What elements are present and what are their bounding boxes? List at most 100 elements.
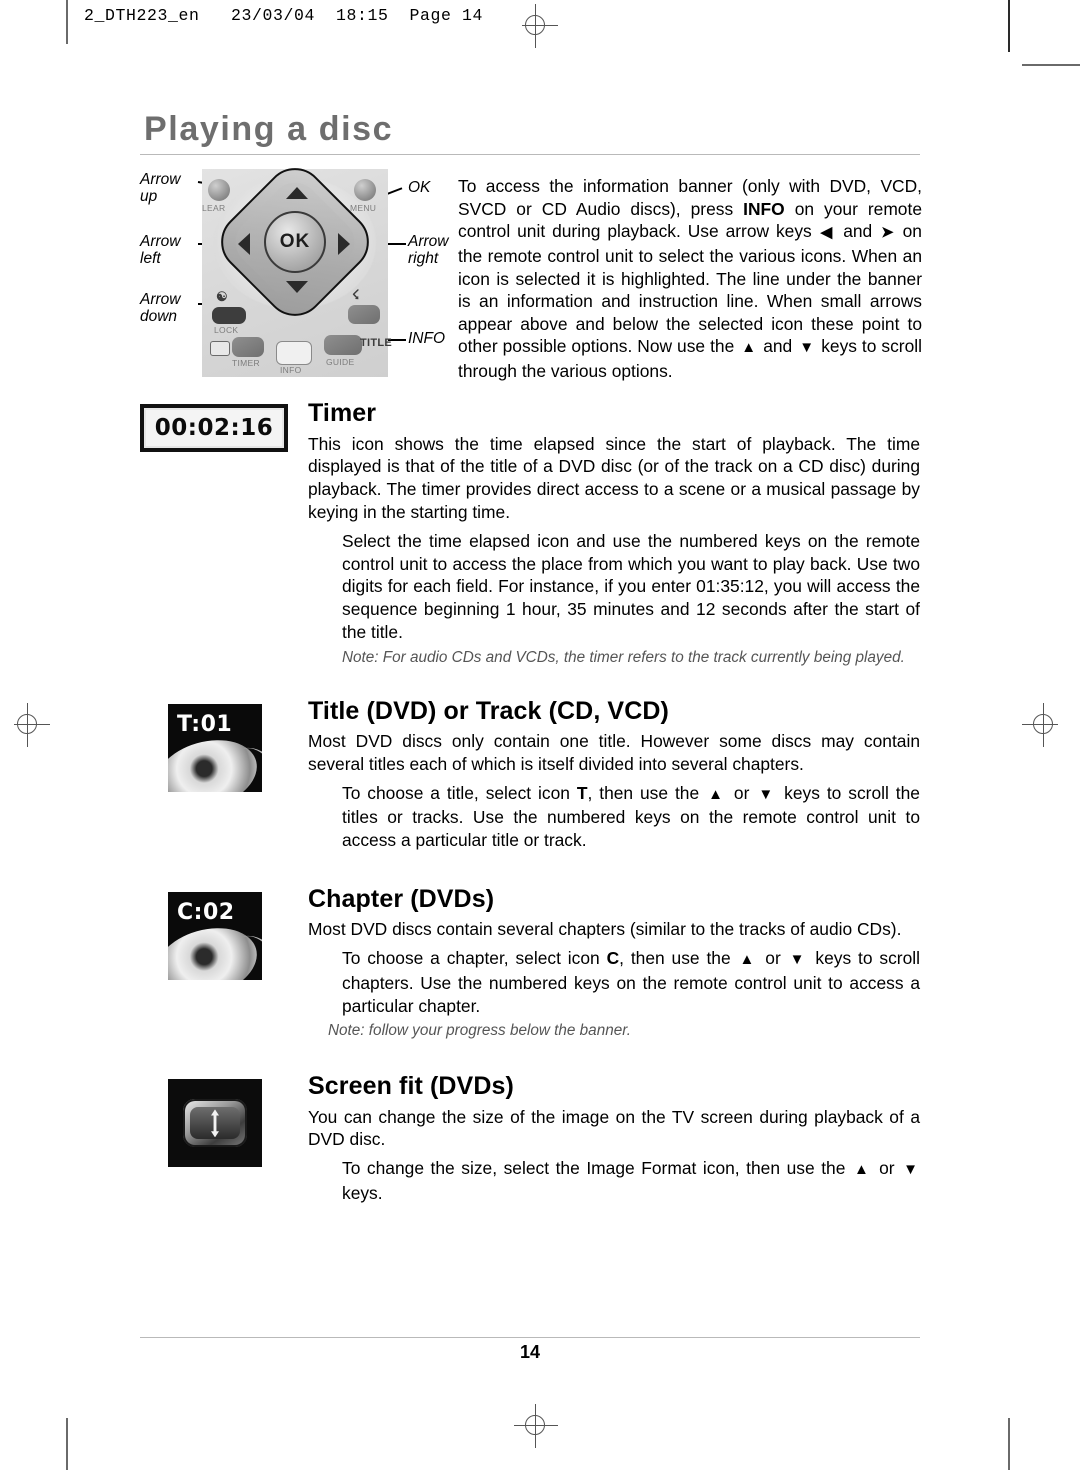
timer-button[interactable] [232, 337, 264, 358]
display-icon [210, 341, 230, 357]
title-indent-c: or [727, 782, 757, 803]
timer-heading: Timer [308, 399, 377, 428]
page-number: 14 [519, 1342, 541, 1362]
section-chapter: C:02 Chapter (DVDs) Most DVD discs conta… [140, 886, 920, 1041]
page-title: Playing a disc [144, 110, 394, 148]
right-arrow-icon: ➤ [881, 224, 894, 242]
section-title-track: T:01 Title (DVD) or Track (CD, VCD) Most… [140, 696, 920, 852]
screen-fit-icon-wrapper [168, 1079, 262, 1168]
crop-mark-bottom-right-vertical [1008, 1418, 1010, 1470]
title-body: Title (DVD) or Track (CD, VCD) Most DVD … [308, 696, 920, 852]
intro-part5: and [758, 336, 798, 357]
footer-divider-line [140, 1337, 920, 1339]
chapter-body: Chapter (DVDs) Most DVD discs contain se… [308, 886, 920, 1041]
callout-arrow-up: Arrow up [140, 171, 181, 206]
down-arrow-icon: ▼ [799, 339, 815, 357]
down-arrow-icon: ▼ [789, 951, 807, 968]
chapter-disc-icon: C:02 [168, 891, 262, 980]
subtitle-button[interactable] [348, 305, 380, 325]
crop-mark-top-right-horizontal [1022, 64, 1080, 67]
screen-fit-heading: Screen fit (DVDs) [308, 1072, 514, 1101]
info-button[interactable] [276, 341, 312, 366]
intro-info-bold: INFO [743, 198, 785, 219]
title-button-label: TITLE [360, 337, 393, 350]
chapter-icon-wrapper: C:02 [168, 891, 262, 980]
intro-paragraph: To access the information banner (only w… [458, 175, 922, 382]
info-button-label: INFO [280, 365, 302, 376]
timer-indent-paragraph: Select the time elapsed icon and use the… [342, 530, 920, 642]
slug-divider-line [66, 0, 68, 44]
screen-fit-indent-paragraph: To change the size, select the Image For… [342, 1157, 920, 1205]
screen-fit-icon [168, 1079, 262, 1168]
up-arrow-icon: ▲ [708, 785, 725, 803]
chapter-icon-letter: C [606, 948, 620, 968]
tv-screen-shape [183, 1099, 247, 1148]
title-heading: Title (DVD) or Track (CD, VCD) [308, 696, 669, 725]
chapter-paragraph: Most DVD discs contain several chapters … [308, 919, 902, 940]
chapter-icon-value: C:02 [177, 899, 235, 925]
callout-ok: OK [408, 179, 431, 197]
tv-screen-inner [190, 1107, 240, 1140]
page-content: Playing a disc Arrow up Arrow left Arrow… [140, 0, 922, 1470]
title-paragraph: Most DVD discs only contain one title. H… [308, 730, 920, 774]
subtitle-icon: ☇ [352, 287, 360, 303]
intro-part3: and [836, 221, 880, 242]
screen-fit-paragraph: You can change the size of the image on … [308, 1106, 920, 1150]
guide-button[interactable] [324, 335, 362, 356]
ok-button[interactable]: OK [264, 211, 326, 274]
timer-icon-value: 00:02:16 [154, 415, 274, 442]
lock-button[interactable] [212, 307, 246, 325]
crop-mark-top-right-vertical [1008, 0, 1010, 52]
vertical-double-arrow-icon [211, 1109, 219, 1138]
page-title-underline [140, 154, 920, 156]
chapter-indent-c: or [758, 948, 788, 968]
timer-paragraph: This icon shows the time elapsed since t… [308, 433, 920, 522]
menu-button-label: MENU [350, 203, 377, 214]
timer-banner-icon: 00:02:16 [140, 404, 288, 453]
timer-icon-wrapper: 00:02:16 [140, 404, 288, 453]
chapter-indent-a: To choose a chapter, select icon [342, 948, 607, 968]
chapter-heading: Chapter (DVDs) [308, 884, 495, 913]
guide-button-label: GUIDE [326, 357, 355, 368]
signal-icon: ☯ [216, 289, 228, 305]
remote-control-diagram: Arrow up Arrow left Arrow down OK Arrow … [140, 156, 460, 379]
arrow-up-icon[interactable] [286, 187, 308, 200]
arrow-down-icon[interactable] [286, 281, 308, 294]
title-icon-value: T:01 [177, 711, 233, 737]
chapter-indent-paragraph: To choose a chapter, select icon C, then… [342, 947, 920, 1017]
screen-fit-indent-c: or [872, 1158, 902, 1179]
callout-info: INFO [408, 330, 446, 348]
up-arrow-icon: ▲ [853, 1161, 871, 1179]
left-arrow-icon: ◀ [820, 224, 835, 242]
menu-button[interactable] [354, 179, 376, 202]
up-arrow-icon: ▲ [741, 339, 757, 357]
title-icon-wrapper: T:01 [168, 703, 262, 792]
title-indent-paragraph: To choose a title, select icon T, then u… [342, 782, 920, 852]
title-icon-letter: T [576, 782, 588, 803]
section-screen-fit: Screen fit (DVDs) You can change the siz… [140, 1073, 920, 1204]
arrow-left-icon[interactable] [238, 233, 250, 256]
callout-arrow-left: Arrow left [140, 233, 181, 268]
title-disc-icon: T:01 [168, 703, 262, 792]
remote-body: LEAR MENU OK ☯ LOCK ☇ TIMER INFO GUIDE T… [202, 156, 392, 378]
clear-button[interactable] [208, 179, 230, 202]
arrow-right-icon[interactable] [338, 233, 350, 256]
down-arrow-icon: ▼ [758, 785, 776, 803]
title-indent-a: To choose a title, select icon [342, 782, 577, 803]
up-arrow-icon: ▲ [739, 951, 757, 968]
section-timer: 00:02:16 Timer This icon shows the time … [140, 400, 920, 667]
intro-block: Arrow up Arrow left Arrow down OK Arrow … [140, 156, 922, 382]
lock-button-label: LOCK [214, 325, 239, 336]
callout-arrow-down: Arrow down [140, 291, 181, 326]
chapter-note: Note: follow your progress below the ban… [328, 1022, 631, 1040]
timer-button-label: TIMER [232, 358, 260, 369]
screen-fit-body: Screen fit (DVDs) You can change the siz… [308, 1073, 920, 1204]
screen-fit-indent-d: keys. [342, 1183, 383, 1204]
title-indent-b: , then use the [587, 782, 707, 803]
callout-arrow-right: Arrow right [408, 233, 449, 268]
timer-body: Timer This icon shows the time elapsed s… [308, 400, 920, 667]
clear-button-label: LEAR [202, 203, 226, 214]
timer-note: Note: For audio CDs and VCDs, the timer … [342, 648, 905, 666]
crop-mark-bottom-left-vertical [66, 1418, 68, 1470]
registration-mark-right-middle [1022, 703, 1066, 747]
